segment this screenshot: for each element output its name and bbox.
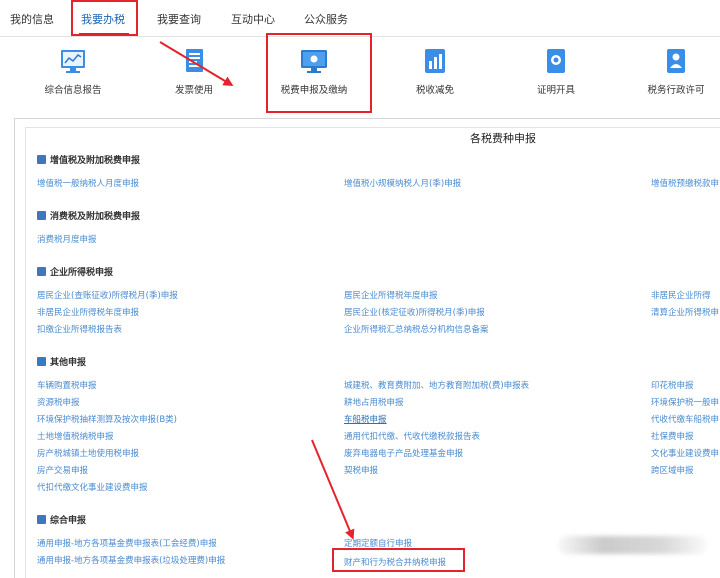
link-property-transaction[interactable]: 房产交易申报 (37, 464, 88, 476)
link-farmland-tax[interactable]: 耕地占用税申报 (344, 396, 404, 408)
link-property-land-use-tax[interactable]: 房产税城镇土地使用税申报 (37, 447, 139, 459)
link-social-insurance[interactable]: 社保费申报 (651, 430, 694, 442)
link-cit-approved-quarterly[interactable]: 居民企业(核定征收)所得税月(季)申报 (344, 306, 485, 318)
annotation-box-combined-filing (332, 548, 465, 572)
cit-section-icon (37, 267, 46, 276)
func-tax-relief[interactable]: 税收减免 (380, 46, 490, 106)
vat-section-icon (37, 155, 46, 164)
func-invoice-use[interactable]: 发票使用 (139, 46, 249, 106)
annotation-box-tab (71, 0, 138, 36)
link-garbage-fee[interactable]: 通用申报-地方各项基金费申报表(垃圾处理费)申报 (37, 554, 225, 566)
link-cit-nonresident[interactable]: 非居民企业所得 (651, 289, 711, 301)
link-vat-general-monthly[interactable]: 增值税一般纳税人月度申报 (37, 177, 139, 189)
panel-inner-frame (25, 127, 720, 578)
link-cit-resident-quarterly[interactable]: 居民企业(查账征收)所得税月(季)申报 (37, 289, 178, 301)
link-cit-nonresident-annual[interactable]: 非居民企业所得税年度申报 (37, 306, 139, 318)
panel-title: 各税费种申报 (470, 132, 536, 145)
certificate-icon (547, 49, 565, 73)
link-consumption-monthly[interactable]: 消费税月度申报 (37, 233, 97, 245)
func-label: 综合信息报告 (44, 85, 102, 96)
tab-public-service[interactable]: 公众服务 (304, 11, 348, 27)
section-other-title: 其他申报 (37, 355, 86, 368)
link-union-fund[interactable]: 通用申报-地方各项基金费申报表(工会经费)申报 (37, 537, 217, 549)
func-label: 证明开具 (536, 85, 575, 96)
admin-permit-icon (667, 49, 685, 73)
link-cit-liquidation[interactable]: 清算企业所得税申 (651, 306, 719, 318)
func-admin-permit[interactable]: 税务行政许可 (621, 46, 720, 106)
section-comprehensive-title: 综合申报 (37, 513, 86, 526)
link-vessel-tax-withholding[interactable]: 代收代缴车船税申 (651, 413, 719, 425)
section-vat-title: 增值税及附加税费申报 (37, 153, 140, 166)
link-env-tax-general[interactable]: 环境保护税一般申 (651, 396, 719, 408)
link-env-tax-sampling[interactable]: 环境保护税抽样测算及按次申报(B类) (37, 413, 177, 425)
link-cit-withholding[interactable]: 扣缴企业所得税报告表 (37, 323, 122, 335)
link-vat-prepaid[interactable]: 增值税预缴税款申 (651, 177, 719, 189)
link-cit-resident-annual[interactable]: 居民企业所得税年度申报 (344, 289, 438, 301)
func-label: 发票使用 (174, 85, 213, 96)
comprehensive-section-icon (37, 515, 46, 524)
tax-relief-icon (425, 49, 445, 73)
section-cit-title: 企业所得税申报 (37, 265, 113, 278)
link-resource-tax[interactable]: 资源税申报 (37, 396, 80, 408)
tab-my-info[interactable]: 我的信息 (10, 11, 54, 27)
func-comprehensive-report[interactable]: 综合信息报告 (18, 46, 128, 106)
other-section-icon (37, 357, 46, 366)
link-withholding-report[interactable]: 通用代扣代缴、代收代缴税款报告表 (344, 430, 480, 442)
consumption-section-icon (37, 211, 46, 220)
blurred-watermark (558, 536, 708, 554)
section-consumption-title: 消费税及附加税费申报 (37, 209, 140, 222)
link-culture-fee[interactable]: 文化事业建设费申 (651, 447, 719, 459)
report-chart-icon (61, 50, 85, 73)
link-vat-small-scale[interactable]: 增值税小规模纳税人月(季)申报 (344, 177, 461, 189)
link-land-vat[interactable]: 土地增值税纳税申报 (37, 430, 114, 442)
link-vehicle-vessel-tax[interactable]: 车船税申报 (344, 413, 387, 425)
link-vehicle-purchase-tax[interactable]: 车辆购置税申报 (37, 379, 97, 391)
link-stamp-duty[interactable]: 印花税申报 (651, 379, 694, 391)
link-deed-tax[interactable]: 契税申报 (344, 464, 378, 476)
func-label: 税务行政许可 (647, 85, 705, 96)
link-cross-region[interactable]: 跨区域申报 (651, 464, 694, 476)
link-waste-electronics-fund[interactable]: 废弃电器电子产品处理基金申报 (344, 447, 463, 459)
tab-interaction[interactable]: 互动中心 (231, 11, 275, 27)
func-label: 税收减免 (415, 85, 454, 96)
annotation-box-declaration (266, 33, 372, 113)
link-culture-fee-withholding[interactable]: 代扣代缴文化事业建设费申报 (37, 481, 148, 493)
func-certificate[interactable]: 证明开具 (501, 46, 611, 106)
link-urban-construction-tax[interactable]: 城建税、教育费附加、地方教育附加税(费)申报表 (344, 379, 529, 391)
link-cit-consolidated-filing[interactable]: 企业所得税汇总纳税总分机构信息备案 (344, 323, 489, 335)
tab-query[interactable]: 我要查询 (157, 11, 201, 27)
invoice-icon (186, 49, 203, 72)
